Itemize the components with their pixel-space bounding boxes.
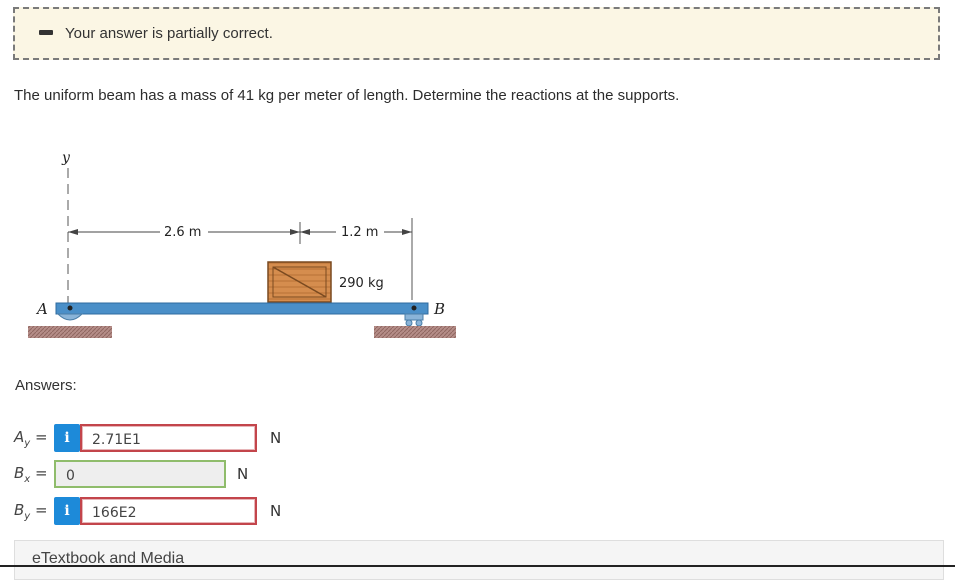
- unit-by: N: [270, 502, 282, 520]
- status-banner: Your answer is partially correct.: [13, 7, 940, 60]
- support-a-label: A: [35, 300, 48, 318]
- answer-label-by: By =: [14, 501, 48, 522]
- ground-a: [28, 326, 112, 338]
- status-message: Your answer is partially correct.: [65, 25, 273, 42]
- info-button-ay[interactable]: i: [54, 424, 80, 452]
- answer-label-ay: Ay =: [14, 428, 48, 449]
- dimension-label-2: 1.2 m: [341, 225, 378, 240]
- answer-input-bx[interactable]: 0: [54, 460, 226, 488]
- crate: [267, 261, 332, 303]
- support-a: [56, 313, 84, 321]
- beam-diagram: y 2.6 m 1.2 m 290 kg A B: [28, 150, 456, 338]
- ground-b: [374, 326, 456, 338]
- support-b: [404, 313, 424, 321]
- info-button-by[interactable]: i: [54, 497, 80, 525]
- unit-bx: N: [237, 465, 249, 483]
- beam-figure: y 2.6 m 1.2 m 290 kg A B: [0, 140, 470, 355]
- unit-ay: N: [270, 429, 282, 447]
- answer-input-ay[interactable]: 2.71E1: [80, 424, 257, 452]
- partial-indicator-icon: [39, 30, 53, 35]
- etextbook-panel[interactable]: eTextbook and Media: [14, 540, 944, 580]
- dimension-label-1: 2.6 m: [164, 225, 201, 240]
- y-axis-label: y: [61, 150, 71, 166]
- answer-label-bx: Bx =: [14, 464, 48, 485]
- answer-input-by[interactable]: 166E2: [80, 497, 257, 525]
- answers-title: Answers:: [15, 377, 77, 394]
- support-b-label: B: [433, 300, 445, 318]
- question-text: The uniform beam has a mass of 41 kg per…: [14, 87, 680, 104]
- mass-label: 290 kg: [339, 276, 384, 291]
- beam: [55, 302, 429, 315]
